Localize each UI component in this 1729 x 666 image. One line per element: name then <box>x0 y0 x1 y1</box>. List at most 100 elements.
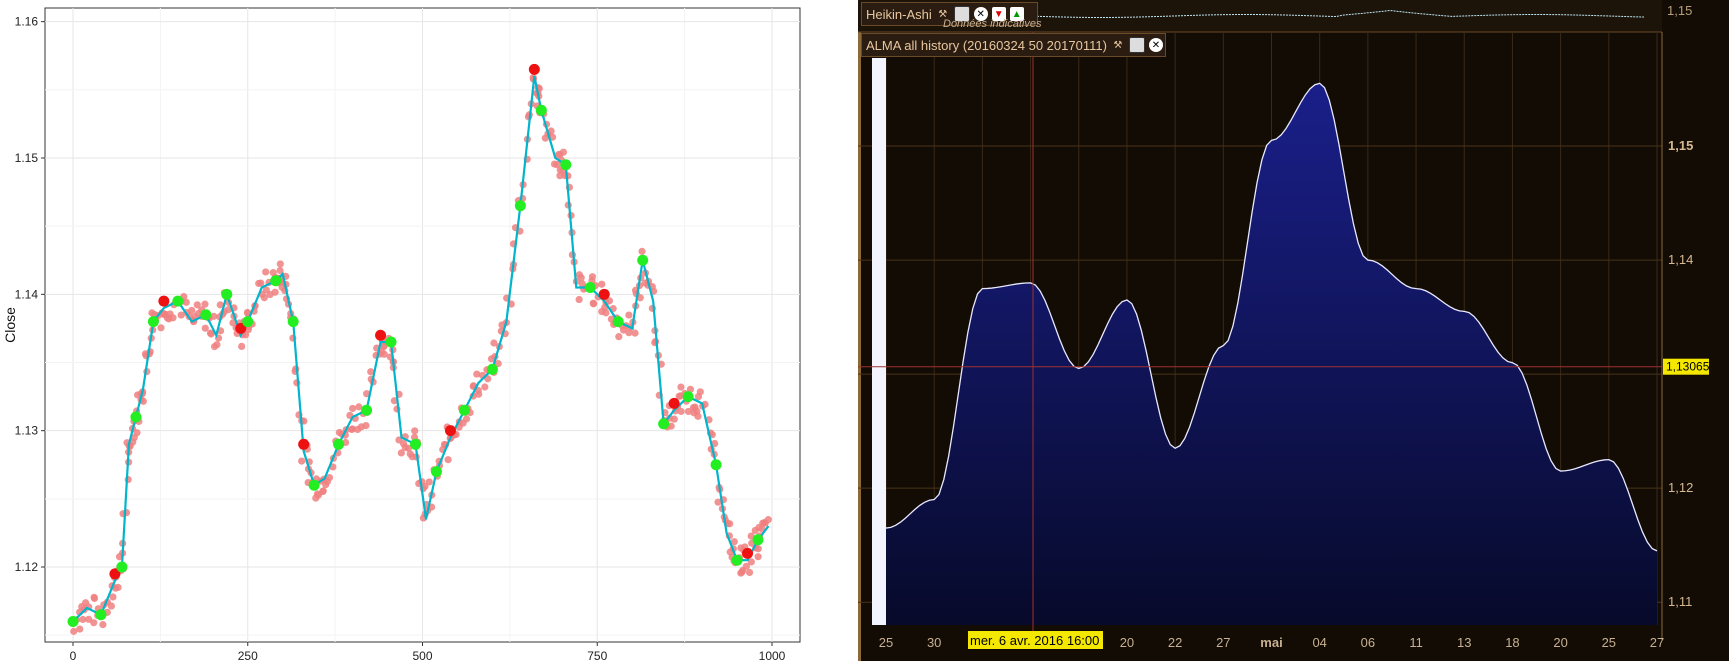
scatter-point <box>411 427 419 435</box>
x-tick-label: 25 <box>879 635 893 650</box>
scatter-point <box>475 390 483 398</box>
close-icon[interactable]: ✕ <box>1148 38 1163 52</box>
scatter-point <box>76 625 84 633</box>
buy-marker <box>221 288 233 300</box>
x-tick-label: 27 <box>1216 635 1230 650</box>
scatter-point <box>262 268 270 276</box>
buy-marker <box>658 418 670 430</box>
scatter-point <box>169 314 177 322</box>
scatter-point <box>589 300 598 308</box>
y-tick-label: 1,14 <box>1668 252 1693 267</box>
scatter-point <box>349 404 357 413</box>
alma-title: ALMA all history (20160324 50 20170111) <box>866 37 1107 53</box>
x-tick-label: 20 <box>1553 635 1567 650</box>
panel-divider <box>808 0 858 661</box>
buy-marker <box>637 254 649 266</box>
buy-marker <box>430 466 442 478</box>
scatter-point <box>133 429 141 437</box>
scatter-point <box>575 295 583 304</box>
buy-marker <box>361 404 373 416</box>
sell-marker <box>298 438 310 450</box>
scatter-point <box>670 415 678 423</box>
wrench-icon[interactable]: ⚒ <box>1111 38 1125 52</box>
x-tick-label: mai <box>1260 635 1282 650</box>
buy-marker <box>287 316 299 328</box>
buy-marker <box>172 295 184 307</box>
y-tick-label: 1.13 <box>15 424 39 438</box>
crosshair-date-label: mer. 6 avr. 2016 16:00 <box>970 633 1099 648</box>
y-tick-label: 1.14 <box>15 287 39 301</box>
scatter-point <box>319 487 327 495</box>
buy-marker <box>584 282 596 294</box>
price-tag: 1,13065 <box>1663 358 1710 375</box>
x-tick-label: 500 <box>412 649 432 661</box>
scatter-point <box>625 311 633 319</box>
scatter-point <box>362 421 370 430</box>
header-subtitle: Données indicatives <box>943 18 1042 30</box>
y-tick-label: 1,11 <box>1668 594 1692 609</box>
y-axis-label: Close <box>2 307 18 343</box>
scatter-point <box>726 520 734 528</box>
scatter-point <box>602 309 610 317</box>
buy-marker <box>535 104 547 116</box>
scatter-point <box>114 583 122 591</box>
x-tick-label: 0 <box>70 649 77 661</box>
x-tick-label: 13 <box>1457 635 1471 650</box>
buy-marker <box>308 479 320 491</box>
alma-header: ALMA all history (20160324 50 20170111) … <box>861 33 1166 57</box>
buy-marker <box>710 459 722 471</box>
scatter-point <box>694 412 702 420</box>
x-tick-label: 06 <box>1361 635 1375 650</box>
scatter-point <box>615 333 623 341</box>
scatter-point <box>738 568 746 576</box>
sell-marker <box>668 397 680 409</box>
scatter-point <box>462 415 471 423</box>
buy-marker <box>410 438 422 450</box>
close-price-chart: 0 250 500 750 1000 1.12 1.13 1.14 1.15 1.16 Clos… <box>2 7 801 663</box>
scatter-point <box>107 602 116 610</box>
scatter-point <box>631 329 639 337</box>
scatter-point <box>577 274 585 282</box>
y-tick-label: 1.15 <box>15 151 39 165</box>
alma-chart: 1,15 1,151,141,121,11 1,13065 2530a13152… <box>858 0 1729 661</box>
x-axis-ticks: 0 250 500 750 1000 <box>70 642 786 663</box>
y-axis-ticks: 1.12 1.13 1.14 1.15 1.16 <box>15 15 45 574</box>
scatter-point <box>764 516 772 524</box>
x-tick-label: 22 <box>1168 635 1182 650</box>
scatter-point <box>271 288 279 296</box>
scatter-point <box>182 298 190 306</box>
buy-marker <box>752 534 764 546</box>
buy-marker <box>242 316 254 328</box>
buy-marker <box>458 404 470 416</box>
left-margin-bar <box>872 58 886 625</box>
window-icon[interactable] <box>1128 37 1145 53</box>
sell-marker <box>528 63 540 75</box>
scatter-point <box>124 475 132 484</box>
scatter-point <box>109 593 117 601</box>
scatter-point <box>425 478 433 486</box>
scatter-point <box>598 280 606 288</box>
scatter-point <box>745 568 754 577</box>
x-tick-label: 30 <box>927 635 941 650</box>
buy-marker <box>514 200 526 212</box>
x-tick-label: 1000 <box>759 649 786 661</box>
mini-axis-label: 1,15 <box>1667 3 1692 18</box>
scatter-point <box>238 342 246 351</box>
scatter-point <box>481 383 489 391</box>
scatter-point <box>188 306 196 315</box>
buy-marker <box>270 275 282 287</box>
y-tick-label: 1.16 <box>15 15 39 29</box>
buy-marker <box>200 309 212 321</box>
buy-marker <box>116 561 128 573</box>
x-tick-label: 250 <box>238 649 258 661</box>
sell-marker <box>444 425 456 437</box>
scatter-point <box>638 247 646 255</box>
scatter-point <box>754 553 762 561</box>
x-tick-label: 18 <box>1505 635 1519 650</box>
left-chart-panel: 0 250 500 750 1000 1.12 1.13 1.14 1.15 1.16 Clos… <box>0 0 808 663</box>
sell-marker <box>375 329 387 341</box>
y-tick-label: 1,15 <box>1668 138 1693 153</box>
buy-marker <box>560 159 572 171</box>
x-tick-label: 11 <box>1409 635 1423 650</box>
header-title: Heikin-Ashi <box>866 6 932 22</box>
